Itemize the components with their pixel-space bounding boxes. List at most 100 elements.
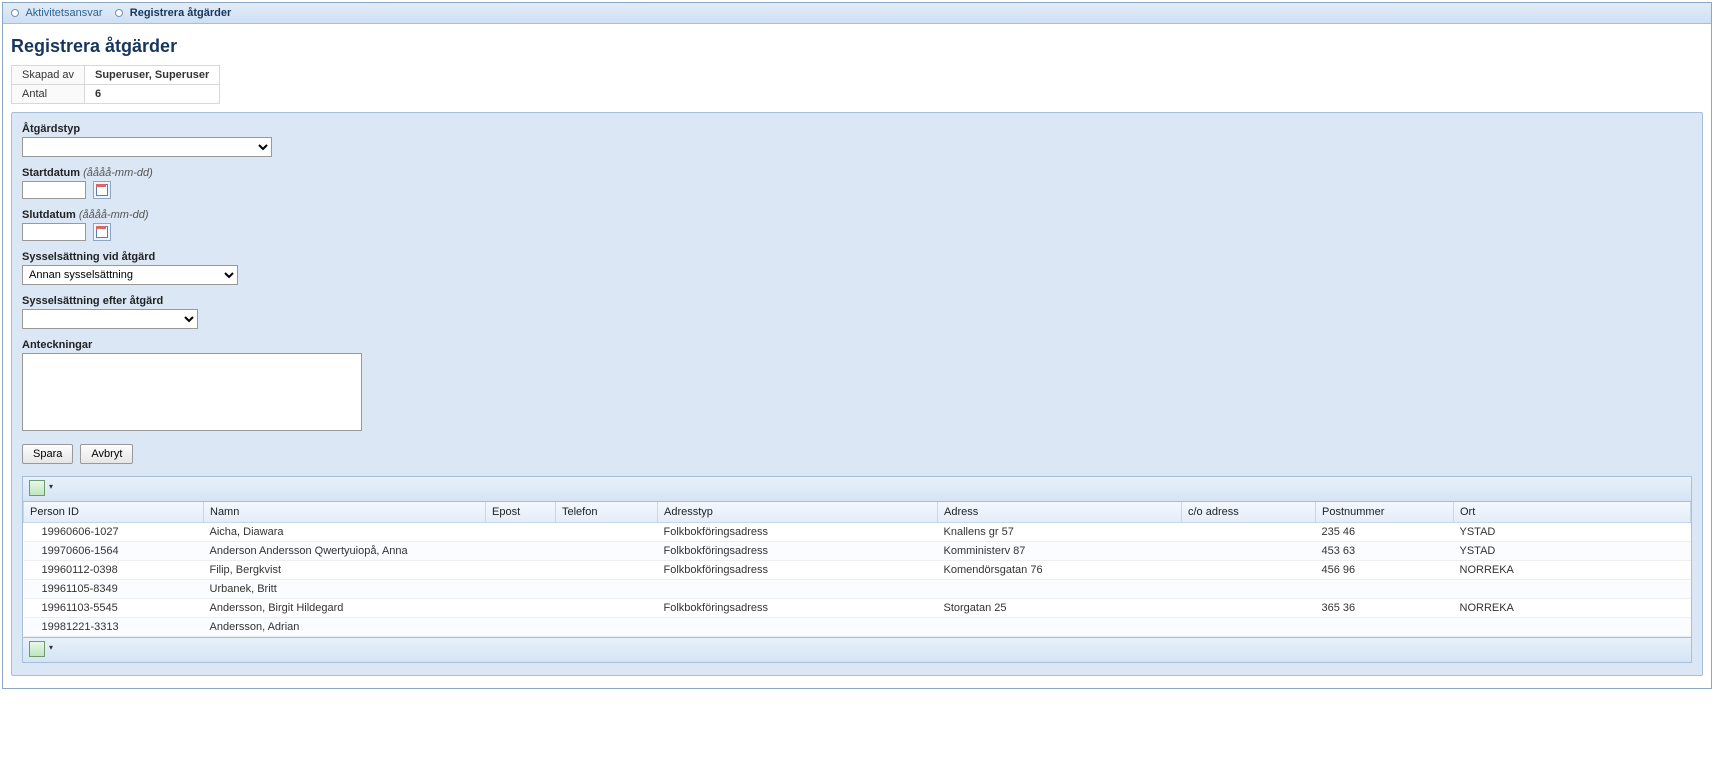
cell: Folkbokföringsadress xyxy=(658,561,938,580)
breadcrumb-bullet-icon xyxy=(11,9,19,17)
cell: 19981221-3313 xyxy=(24,618,204,637)
cell: 453 63 xyxy=(1316,542,1454,561)
export-icon[interactable] xyxy=(29,641,45,657)
created-by-value: Superuser, Superuser xyxy=(84,66,219,85)
col-phone[interactable]: Telefon xyxy=(556,502,658,523)
save-button[interactable]: Spara xyxy=(22,444,73,464)
cell xyxy=(486,523,556,542)
cell xyxy=(658,580,938,599)
cell xyxy=(486,599,556,618)
table-row[interactable]: 19981221-3313Andersson, Adrian xyxy=(24,618,1691,637)
cell xyxy=(486,580,556,599)
cell: Andersson, Adrian xyxy=(204,618,486,637)
calendar-icon[interactable] xyxy=(93,223,111,241)
col-zip[interactable]: Postnummer xyxy=(1316,502,1454,523)
cell: Folkbokföringsadress xyxy=(658,599,938,618)
cell: Folkbokföringsadress xyxy=(658,523,938,542)
cell xyxy=(486,542,556,561)
cell: 456 96 xyxy=(1316,561,1454,580)
col-city[interactable]: Ort xyxy=(1454,502,1691,523)
cell xyxy=(1182,618,1316,637)
cell: Aicha, Diawara xyxy=(204,523,486,542)
occupation-during-label: Sysselsättning vid åtgärd xyxy=(22,251,1692,263)
start-date-label: Startdatum (åååå-mm-dd) xyxy=(22,167,1692,179)
cancel-button[interactable]: Avbryt xyxy=(80,444,133,464)
cell: YSTAD xyxy=(1454,523,1691,542)
grid-header-row: Person ID Namn Epost Telefon Adresstyp A… xyxy=(24,502,1691,523)
occupation-after-label: Sysselsättning efter åtgärd xyxy=(22,295,1692,307)
cell: Komministerv 87 xyxy=(938,542,1182,561)
table-row[interactable]: 19961105-8349Urbanek, Britt xyxy=(24,580,1691,599)
cell xyxy=(1182,523,1316,542)
table-row[interactable]: 19961103-5545Andersson, Birgit Hildegard… xyxy=(24,599,1691,618)
cell xyxy=(1182,580,1316,599)
notes-textarea[interactable] xyxy=(22,353,362,431)
action-type-label: Åtgärdstyp xyxy=(22,123,1692,135)
col-co-address[interactable]: c/o adress xyxy=(1182,502,1316,523)
cell xyxy=(1182,561,1316,580)
cell: 19961105-8349 xyxy=(24,580,204,599)
breadcrumb-current: Registrera åtgärder xyxy=(130,7,232,19)
cell: 19960112-0398 xyxy=(24,561,204,580)
end-date-label: Slutdatum (åååå-mm-dd) xyxy=(22,209,1692,221)
cell: Andersson, Birgit Hildegard xyxy=(204,599,486,618)
start-date-input[interactable] xyxy=(22,181,86,199)
col-address[interactable]: Adress xyxy=(938,502,1182,523)
breadcrumb-parent[interactable]: Aktivitetsansvar xyxy=(25,7,102,19)
table-row[interactable]: 19960606-1027Aicha, Diawara Folkbokföring… xyxy=(24,523,1691,542)
cell xyxy=(486,618,556,637)
cell xyxy=(938,580,1182,599)
cell: 365 36 xyxy=(1316,599,1454,618)
cell: 19961103-5545 xyxy=(24,599,204,618)
table-row[interactable]: 19960112-0398Filip, Bergkvist Folkbokföri… xyxy=(24,561,1691,580)
col-email[interactable]: Epost xyxy=(486,502,556,523)
cell: Anderson Andersson Qwertyuiopå, Anna xyxy=(204,542,486,561)
occupation-during-select[interactable]: Annan sysselsättning xyxy=(22,265,238,285)
cell: NORREKA xyxy=(1454,599,1691,618)
cell: 19970606-1564 xyxy=(24,542,204,561)
cell: Knallens gr 57 xyxy=(938,523,1182,542)
page-title: Registrera åtgärder xyxy=(11,36,1703,57)
results-grid: Person ID Namn Epost Telefon Adresstyp A… xyxy=(22,476,1692,663)
cell: 19960606-1027 xyxy=(24,523,204,542)
cell xyxy=(938,618,1182,637)
col-address-type[interactable]: Adresstyp xyxy=(658,502,938,523)
meta-table: Skapad av Superuser, Superuser Antal 6 xyxy=(11,65,220,104)
cell: YSTAD xyxy=(1454,542,1691,561)
table-row[interactable]: 19970606-1564Anderson Andersson Qwertyui… xyxy=(24,542,1691,561)
action-type-select[interactable] xyxy=(22,137,272,157)
cell xyxy=(486,561,556,580)
notes-label: Anteckningar xyxy=(22,339,1692,351)
cell xyxy=(658,618,938,637)
cell xyxy=(556,542,658,561)
cell xyxy=(1182,599,1316,618)
cell: Storgatan 25 xyxy=(938,599,1182,618)
cell xyxy=(1182,542,1316,561)
count-label: Antal xyxy=(12,85,85,104)
cell xyxy=(556,523,658,542)
cell xyxy=(556,599,658,618)
export-icon[interactable] xyxy=(29,480,45,496)
cell xyxy=(556,561,658,580)
cell xyxy=(1316,618,1454,637)
breadcrumb: Aktivitetsansvar Registrera åtgärder xyxy=(3,3,1711,24)
form-panel: Åtgärdstyp Startdatum (åååå-mm-dd) Slutd… xyxy=(11,112,1703,676)
cell xyxy=(556,580,658,599)
breadcrumb-bullet-icon xyxy=(115,9,123,17)
cell xyxy=(1454,580,1691,599)
cell xyxy=(1316,580,1454,599)
count-value: 6 xyxy=(84,85,219,104)
cell xyxy=(556,618,658,637)
occupation-after-select[interactable] xyxy=(22,309,198,329)
grid-footer xyxy=(23,637,1691,662)
cell: Komendörsgatan 76 xyxy=(938,561,1182,580)
grid-toolbar xyxy=(23,477,1691,502)
cell: Folkbokföringsadress xyxy=(658,542,938,561)
end-date-input[interactable] xyxy=(22,223,86,241)
cell: 235 46 xyxy=(1316,523,1454,542)
cell: Filip, Bergkvist xyxy=(204,561,486,580)
cell: NORREKA xyxy=(1454,561,1691,580)
col-name[interactable]: Namn xyxy=(204,502,486,523)
col-person-id[interactable]: Person ID xyxy=(24,502,204,523)
calendar-icon[interactable] xyxy=(93,181,111,199)
